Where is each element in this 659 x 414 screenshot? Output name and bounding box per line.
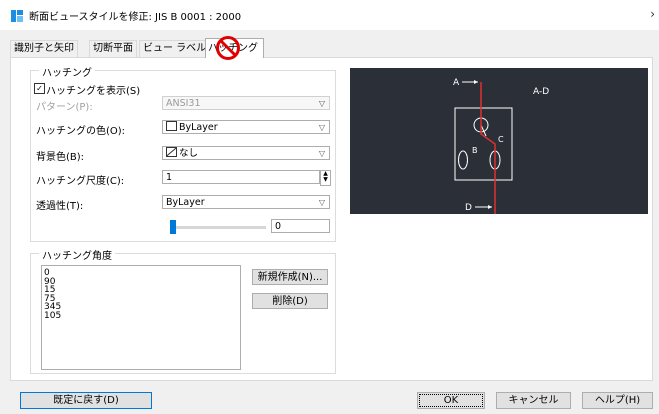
- preview-label-c: C: [498, 135, 504, 144]
- hatch-scale-input[interactable]: 1: [162, 170, 320, 184]
- preview-arrowhead-a: [474, 80, 478, 84]
- tab-view-label[interactable]: ビュー ラベル: [139, 40, 211, 57]
- show-hatch-label: ハッチングを表示(S): [46, 86, 141, 97]
- transparency-select[interactable]: ByLayer ▽: [162, 195, 330, 209]
- window-title: 断面ビュースタイルを修正: JIS B 0001 : 2000: [29, 12, 242, 23]
- transparency-slider-track[interactable]: [170, 226, 266, 229]
- cancel-button[interactable]: キャンセル: [496, 392, 571, 409]
- pattern-value: ANSI31: [166, 98, 201, 109]
- app-style-icon: [11, 10, 23, 22]
- preview-cut-line: [480, 82, 496, 214]
- bg-color-value: なし: [179, 148, 199, 159]
- list-item[interactable]: 345: [42, 303, 240, 312]
- tab-identifiers-arrows[interactable]: 識別子と矢印: [10, 40, 78, 57]
- chevron-down-icon: ▽: [318, 149, 325, 158]
- hatch-scale-label: ハッチング尺度(C):: [36, 176, 125, 187]
- scale-spinner[interactable]: ▲ ▼: [320, 170, 331, 186]
- list-item[interactable]: 0: [42, 269, 240, 278]
- preview-arrowhead-d: [488, 205, 492, 209]
- preview-label-d: D: [465, 203, 472, 213]
- preview-ellipse-left: [458, 150, 468, 170]
- delete-angle-button[interactable]: 削除(D): [252, 293, 328, 309]
- reset-default-button[interactable]: 既定に戻す(D): [20, 392, 152, 409]
- transparency-value: ByLayer: [166, 197, 205, 208]
- ok-button[interactable]: OK: [417, 392, 485, 409]
- spin-down-icon[interactable]: ▼: [321, 177, 330, 183]
- help-button[interactable]: ヘルプ(H): [582, 392, 653, 409]
- prohibited-icon: [216, 36, 240, 60]
- section-preview: A A-D C B D: [350, 68, 648, 214]
- pattern-select: ANSI31 ▽: [162, 96, 330, 110]
- color-swatch-icon: [166, 121, 177, 131]
- title-bar: 断面ビュースタイルを修正: JIS B 0001 : 2000 ›: [0, 0, 659, 30]
- chevron-down-icon: ▽: [318, 198, 325, 207]
- no-color-swatch-icon: [166, 147, 177, 157]
- preview-label-b: B: [472, 146, 478, 155]
- list-item[interactable]: 15: [42, 286, 240, 295]
- transparency-number-input[interactable]: 0: [271, 219, 330, 233]
- pattern-label: パターン(P):: [36, 102, 93, 113]
- list-item[interactable]: 75: [42, 294, 240, 304]
- list-item[interactable]: 105: [42, 311, 240, 321]
- new-angle-button[interactable]: 新規作成(N)...: [252, 269, 328, 285]
- transparency-number-value: 0: [275, 221, 282, 232]
- chevron-right-icon[interactable]: ›: [650, 7, 655, 21]
- hatch-color-value: ByLayer: [179, 122, 218, 133]
- hatch-angles-group-label: ハッチング角度: [39, 247, 115, 262]
- list-item[interactable]: 90: [42, 277, 240, 287]
- transparency-label: 透過性(T):: [36, 201, 84, 212]
- hatch-color-label: ハッチングの色(O):: [36, 126, 126, 137]
- preview-label-ad: A-D: [533, 87, 549, 97]
- hatch-color-select[interactable]: ByLayer ▽: [162, 120, 330, 134]
- hatch-angles-list[interactable]: 0 90 15 75 345 105: [41, 265, 241, 370]
- preview-label-a: A: [453, 78, 460, 88]
- hatch-scale-value: 1: [166, 172, 173, 183]
- chevron-down-icon: ▽: [318, 99, 325, 108]
- section-preview-drawing: A A-D C B D: [453, 78, 549, 214]
- bg-color-select[interactable]: なし ▽: [162, 146, 330, 160]
- bg-color-label: 背景色(B):: [36, 152, 85, 163]
- chevron-down-icon: ▽: [318, 123, 325, 132]
- tab-cutting-plane[interactable]: 切断平面: [89, 40, 137, 57]
- transparency-slider-thumb[interactable]: [170, 220, 176, 234]
- show-hatch-checkbox[interactable]: ✓: [34, 83, 45, 94]
- hatching-group-label: ハッチング: [39, 64, 95, 79]
